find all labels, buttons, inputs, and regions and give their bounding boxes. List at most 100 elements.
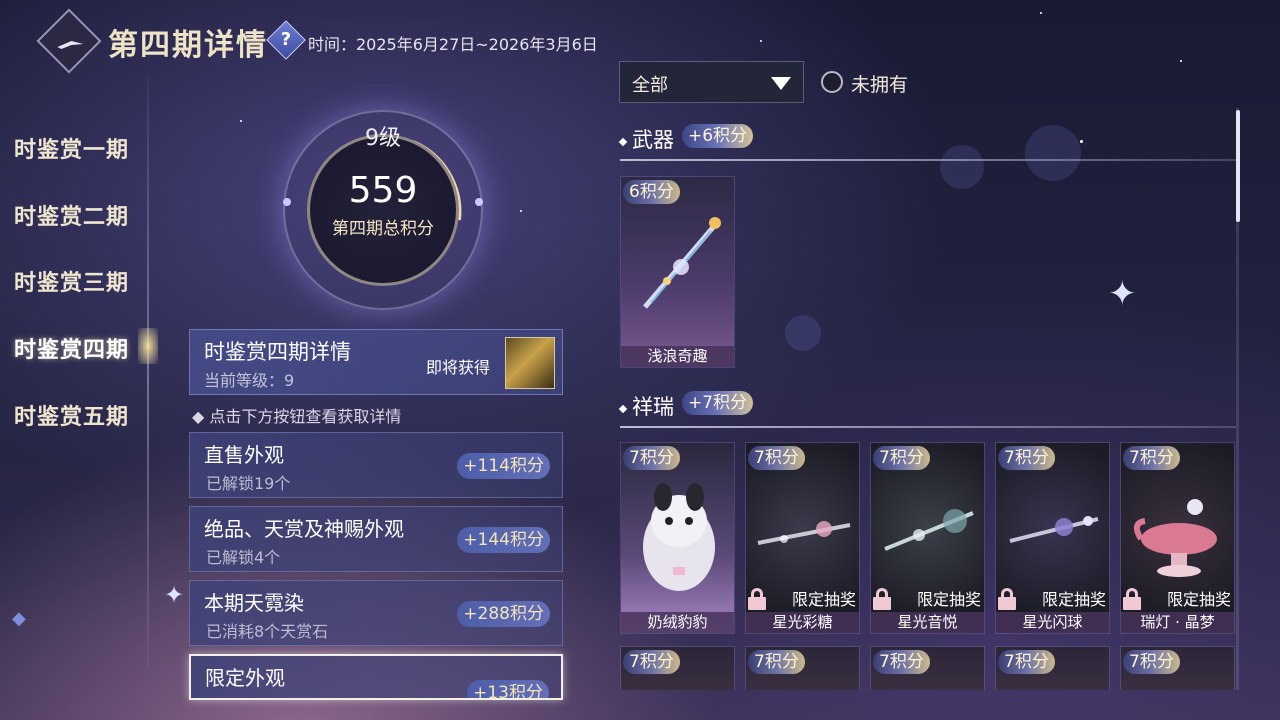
dropdown-triangle-icon xyxy=(771,77,791,90)
item-points: 7积分 xyxy=(1123,446,1180,470)
item-card[interactable]: 7积分 奶绒豹豹 xyxy=(620,442,735,634)
category-card-limited[interactable]: 限定外观 +13积分 xyxy=(189,654,563,700)
unowned-radio[interactable] xyxy=(821,71,843,93)
item-name: 浅浪奇趣 xyxy=(621,346,734,367)
item-card[interactable]: 7积分 xyxy=(870,646,985,690)
nav-divider xyxy=(147,78,149,668)
star-decoration xyxy=(520,210,522,212)
help-button[interactable]: ? xyxy=(266,20,306,60)
item-tag: 限定抽奖 xyxy=(916,590,981,609)
total-score: 559 xyxy=(348,170,418,211)
item-card[interactable]: 7积分 xyxy=(995,646,1110,690)
upcoming-reward-thumbnail[interactable] xyxy=(505,337,555,389)
category-points: +114积分 xyxy=(457,453,550,479)
item-card[interactable]: 7积分 xyxy=(620,646,735,690)
item-points: 7积分 xyxy=(748,446,805,470)
category-filter-dropdown[interactable]: 全部 xyxy=(619,61,804,103)
period-text: 时间：2025年6月27日~2026年3月6日 xyxy=(308,35,598,54)
star-decoration xyxy=(760,40,762,42)
item-card[interactable]: 6积分 浅浪奇趣 xyxy=(620,176,735,368)
lock-icon xyxy=(1123,588,1141,610)
nav-item-period-4[interactable]: 时鉴赏四期 xyxy=(14,332,129,364)
item-name: 星光彩糖 xyxy=(746,612,859,633)
upcoming-label: 即将获得 xyxy=(426,358,491,377)
score-label: 第四期总积分 xyxy=(332,219,434,239)
music-staff-icon xyxy=(884,509,974,551)
score-ring: 9级 559 第四期总积分 xyxy=(283,110,483,310)
section-points: +7积分 xyxy=(682,391,754,415)
question-icon: ? xyxy=(280,29,292,50)
item-card[interactable]: 7积分 限定抽奖 星光彩糖 xyxy=(745,442,860,634)
section-title-text: 武器 xyxy=(632,128,674,152)
category-title: 绝品、天赏及神赐外观 xyxy=(204,517,404,541)
item-points: 7积分 xyxy=(1123,650,1180,674)
item-card[interactable]: 7积分 xyxy=(745,646,860,690)
item-card[interactable]: 7积分 xyxy=(1120,646,1235,690)
hint-text: ◆ 点击下方按钮查看获取详情 xyxy=(192,407,402,426)
item-card[interactable]: 7积分 限定抽奖 星光音悦 xyxy=(870,442,985,634)
item-name: 瑞灯 · 晶梦 xyxy=(1121,612,1234,633)
detail-title: 时鉴赏四期详情 xyxy=(204,340,351,364)
item-points: 7积分 xyxy=(998,446,1055,470)
item-points: 7积分 xyxy=(873,650,930,674)
bokeh-decoration xyxy=(940,145,984,189)
category-title: 直售外观 xyxy=(204,443,284,467)
back-button[interactable] xyxy=(36,8,102,74)
lock-icon xyxy=(873,588,891,610)
item-tag: 限定抽奖 xyxy=(1166,590,1231,609)
candy-wand-icon xyxy=(757,521,851,545)
nav-item-period-3[interactable]: 时鉴赏三期 xyxy=(14,265,129,297)
category-sub: 已解锁19个 xyxy=(206,474,291,493)
nav-item-period-5[interactable]: 时鉴赏五期 xyxy=(14,399,129,431)
category-sub: 已解锁4个 xyxy=(206,548,281,567)
star-decoration xyxy=(1180,60,1182,62)
sparkle-icon: ✦ xyxy=(1108,274,1137,314)
item-points: 7积分 xyxy=(623,446,680,470)
level-text: 9级 xyxy=(365,126,401,151)
bokeh-decoration xyxy=(1025,125,1081,181)
section-title-text: 祥瑞 xyxy=(632,395,674,419)
nav-item-period-2[interactable]: 时鉴赏二期 xyxy=(14,199,129,231)
nav-active-indicator xyxy=(138,328,158,364)
star-decoration xyxy=(1040,12,1042,14)
item-points: 7积分 xyxy=(623,650,680,674)
category-card-dye[interactable]: 本期天霓染 已消耗8个天赏石 +288积分 xyxy=(189,580,563,646)
magic-lamp-icon xyxy=(1133,499,1217,577)
sparkle-icon: ◆ xyxy=(12,608,26,629)
lock-icon xyxy=(998,588,1016,610)
item-name: 星光闪球 xyxy=(996,612,1109,633)
star-decoration xyxy=(1080,140,1083,143)
diamond-bullet-icon xyxy=(618,137,628,146)
panda-pet-icon xyxy=(643,483,715,591)
category-points: +288积分 xyxy=(457,601,550,627)
scrollbar-thumb[interactable] xyxy=(1236,110,1240,222)
item-card[interactable]: 7积分 限定抽奖 瑞灯 · 晶梦 xyxy=(1120,442,1235,634)
nav-item-period-1[interactable]: 时鉴赏一期 xyxy=(14,132,129,164)
category-sub: 已消耗8个天赏石 xyxy=(206,622,329,641)
diamond-bullet-icon xyxy=(618,404,628,413)
item-points: 7积分 xyxy=(748,650,805,674)
item-points: 6积分 xyxy=(623,180,680,204)
filter-selected: 全部 xyxy=(632,75,668,96)
lock-icon xyxy=(748,588,766,610)
period-detail-card[interactable]: 时鉴赏四期详情 当前等级：9 即将获得 xyxy=(189,329,563,395)
section-title-pet: 祥瑞 xyxy=(618,391,674,421)
section-points: +6积分 xyxy=(682,124,754,148)
sparkle-icon: ✦ xyxy=(164,581,185,609)
section-title-weapon: 武器 xyxy=(618,124,674,154)
item-name: 奶绒豹豹 xyxy=(621,612,734,633)
item-points: 7积分 xyxy=(873,446,930,470)
category-card-premium[interactable]: 绝品、天赏及神赐外观 已解锁4个 +144积分 xyxy=(189,506,563,572)
staff-weapon-icon xyxy=(643,217,721,309)
category-card-direct-sale[interactable]: 直售外观 已解锁19个 +114积分 xyxy=(189,432,563,498)
item-tag: 限定抽奖 xyxy=(791,590,856,609)
item-tag: 限定抽奖 xyxy=(1041,590,1106,609)
unowned-label[interactable]: 未拥有 xyxy=(851,70,908,97)
bokeh-decoration xyxy=(785,315,821,351)
current-level: 当前等级：9 xyxy=(204,371,295,390)
star-ball-wand-icon xyxy=(1009,516,1099,543)
item-name: 星光音悦 xyxy=(871,612,984,633)
item-card[interactable]: 7积分 限定抽奖 星光闪球 xyxy=(995,442,1110,634)
category-title: 限定外观 xyxy=(205,666,285,690)
section-divider xyxy=(620,159,1236,161)
